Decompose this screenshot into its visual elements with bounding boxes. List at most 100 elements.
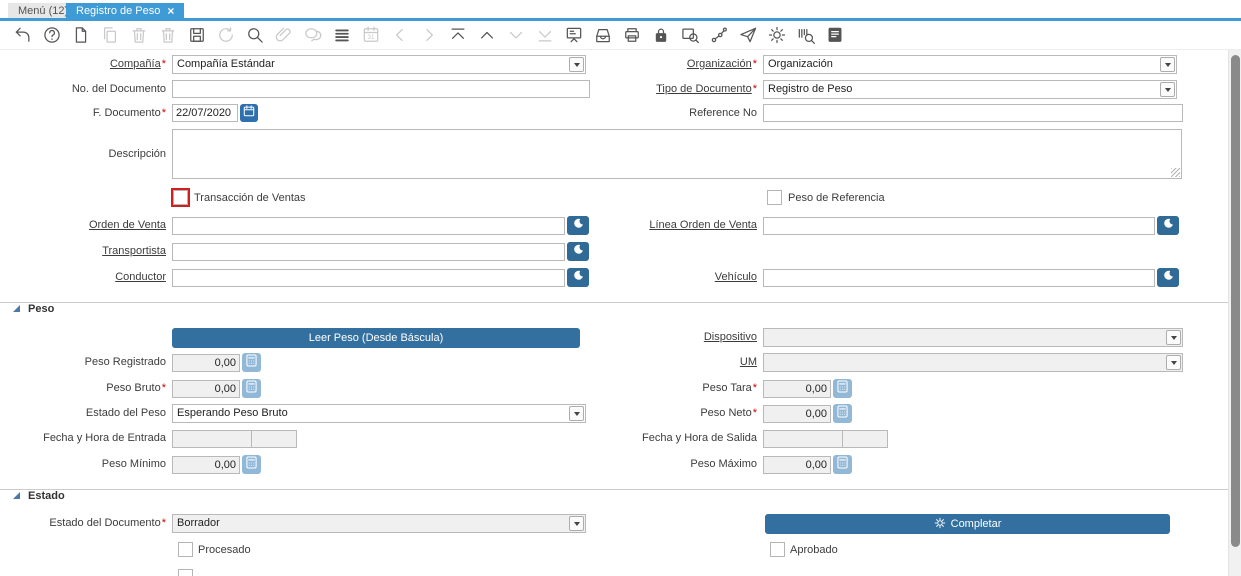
orden-venta-search-button[interactable] bbox=[567, 216, 589, 235]
conductor-label: Conductor bbox=[0, 268, 166, 287]
report-icon[interactable] bbox=[564, 24, 584, 46]
detail-record-icon[interactable] bbox=[419, 24, 439, 46]
peso-neto-input[interactable] bbox=[763, 405, 831, 423]
conductor-search-button[interactable] bbox=[567, 268, 589, 287]
quick-form-icon[interactable] bbox=[825, 24, 845, 46]
chevron-down-icon[interactable] bbox=[569, 57, 584, 72]
descripcion-textarea[interactable] bbox=[172, 129, 1182, 179]
peso-referencia-checkbox[interactable] bbox=[767, 190, 782, 205]
chevron-down-icon[interactable] bbox=[569, 516, 584, 531]
peso-minimo-calculator-button[interactable] bbox=[242, 455, 261, 474]
fecha-salida-input[interactable] bbox=[763, 430, 843, 448]
calculator-icon bbox=[246, 380, 257, 398]
compania-select[interactable]: Compañía Estándar bbox=[172, 55, 586, 74]
leer-peso-button[interactable]: Leer Peso (Desde Báscula) bbox=[172, 328, 580, 348]
procesado-checkbox[interactable] bbox=[178, 542, 193, 557]
first-record-icon[interactable] bbox=[448, 24, 468, 46]
product-info-icon[interactable] bbox=[796, 24, 816, 46]
linea-orden-venta-search-button[interactable] bbox=[1157, 216, 1179, 235]
archive-icon[interactable] bbox=[593, 24, 613, 46]
clipped-bottom-checkbox[interactable] bbox=[178, 569, 193, 576]
organizacion-select[interactable]: Organización bbox=[763, 55, 1177, 74]
chat-icon[interactable] bbox=[303, 24, 323, 46]
tipo-documento-select[interactable]: Registro de Peso bbox=[763, 80, 1177, 99]
peso-tara-input[interactable] bbox=[763, 380, 831, 398]
refresh-icon[interactable] bbox=[216, 24, 236, 46]
orden-venta-input[interactable] bbox=[172, 217, 565, 235]
transaccion-ventas-checkbox[interactable] bbox=[173, 190, 188, 205]
send-mail-icon[interactable] bbox=[738, 24, 758, 46]
transportista-input[interactable] bbox=[172, 243, 565, 261]
vehiculo-input[interactable] bbox=[763, 269, 1155, 287]
compania-label: Compañía* bbox=[0, 55, 166, 74]
next-record-icon[interactable] bbox=[506, 24, 526, 46]
hora-salida-input[interactable] bbox=[842, 430, 888, 448]
history-calendar-icon[interactable]: 31 bbox=[361, 24, 381, 46]
zoom-across-icon[interactable] bbox=[680, 24, 700, 46]
calendar-icon bbox=[243, 104, 255, 122]
linea-orden-venta-input[interactable] bbox=[763, 217, 1155, 235]
vehiculo-search-button[interactable] bbox=[1157, 268, 1179, 287]
copy-record-icon[interactable] bbox=[100, 24, 120, 46]
grid-toggle-icon[interactable] bbox=[332, 24, 352, 46]
peso-bruto-calculator-button[interactable] bbox=[242, 379, 261, 398]
chevron-down-icon[interactable] bbox=[1166, 330, 1181, 345]
chevron-down-icon[interactable] bbox=[1166, 355, 1181, 370]
descripcion-label: Descripción bbox=[0, 145, 166, 164]
transportista-search-button[interactable] bbox=[567, 242, 589, 261]
fecha-entrada-input[interactable] bbox=[172, 430, 252, 448]
peso-bruto-input[interactable] bbox=[172, 380, 240, 398]
attachment-icon[interactable] bbox=[274, 24, 294, 46]
conductor-input[interactable] bbox=[172, 269, 565, 287]
collapse-triangle-icon[interactable] bbox=[13, 492, 20, 499]
aprobado-label: Aprobado bbox=[790, 543, 838, 558]
peso-tara-label: Peso Tara* bbox=[600, 379, 757, 398]
um-select[interactable] bbox=[763, 353, 1183, 372]
find-icon[interactable] bbox=[245, 24, 265, 46]
delete-selection-icon[interactable] bbox=[158, 24, 178, 46]
undo-icon[interactable] bbox=[13, 24, 33, 46]
close-icon[interactable]: × bbox=[167, 6, 174, 16]
peso-registrado-input[interactable] bbox=[172, 354, 240, 372]
weight-registry-window: Menú (12) Registro de Peso × 31 bbox=[0, 0, 1241, 576]
peso-registrado-calculator-button[interactable] bbox=[242, 353, 261, 372]
hora-entrada-input[interactable] bbox=[251, 430, 297, 448]
print-icon[interactable] bbox=[622, 24, 642, 46]
chevron-down-icon[interactable] bbox=[1160, 82, 1175, 97]
peso-minimo-label: Peso Mínimo bbox=[0, 455, 166, 474]
collapse-triangle-icon[interactable] bbox=[13, 305, 20, 312]
scrollbar-thumb[interactable] bbox=[1231, 55, 1240, 547]
estado-documento-select[interactable]: Borrador bbox=[172, 514, 586, 533]
no-documento-input[interactable] bbox=[172, 80, 590, 98]
peso-tara-calculator-button[interactable] bbox=[833, 379, 852, 398]
peso-maximo-calculator-button[interactable] bbox=[833, 455, 852, 474]
resize-grip-icon[interactable] bbox=[1171, 168, 1180, 177]
peso-neto-calculator-button[interactable] bbox=[833, 404, 852, 423]
aprobado-checkbox[interactable] bbox=[770, 542, 785, 557]
lock-icon[interactable] bbox=[651, 24, 671, 46]
estado-del-peso-select[interactable]: Esperando Peso Bruto bbox=[172, 404, 586, 423]
save-icon[interactable] bbox=[187, 24, 207, 46]
dispositivo-select[interactable] bbox=[763, 328, 1183, 347]
help-icon[interactable] bbox=[42, 24, 62, 46]
lookup-icon bbox=[573, 269, 584, 287]
reference-no-input[interactable] bbox=[763, 104, 1183, 122]
preferences-icon[interactable] bbox=[767, 24, 787, 46]
calendar-picker-button[interactable] bbox=[240, 104, 258, 122]
leer-peso-button-label: Leer Peso (Desde Báscula) bbox=[309, 332, 444, 344]
f-documento-input[interactable] bbox=[172, 104, 238, 122]
completar-button[interactable]: Completar bbox=[765, 514, 1170, 534]
chevron-down-icon[interactable] bbox=[1160, 57, 1175, 72]
calculator-icon bbox=[246, 354, 257, 372]
new-record-icon[interactable] bbox=[71, 24, 91, 46]
vertical-scrollbar[interactable] bbox=[1228, 50, 1241, 576]
delete-record-icon[interactable] bbox=[129, 24, 149, 46]
peso-minimo-input[interactable] bbox=[172, 456, 240, 474]
peso-maximo-input[interactable] bbox=[763, 456, 831, 474]
chevron-down-icon[interactable] bbox=[569, 406, 584, 421]
fecha-hora-salida-label: Fecha y Hora de Salida bbox=[600, 429, 757, 448]
workflow-icon[interactable] bbox=[709, 24, 729, 46]
previous-record-icon[interactable] bbox=[477, 24, 497, 46]
last-record-icon[interactable] bbox=[535, 24, 555, 46]
parent-record-icon[interactable] bbox=[390, 24, 410, 46]
